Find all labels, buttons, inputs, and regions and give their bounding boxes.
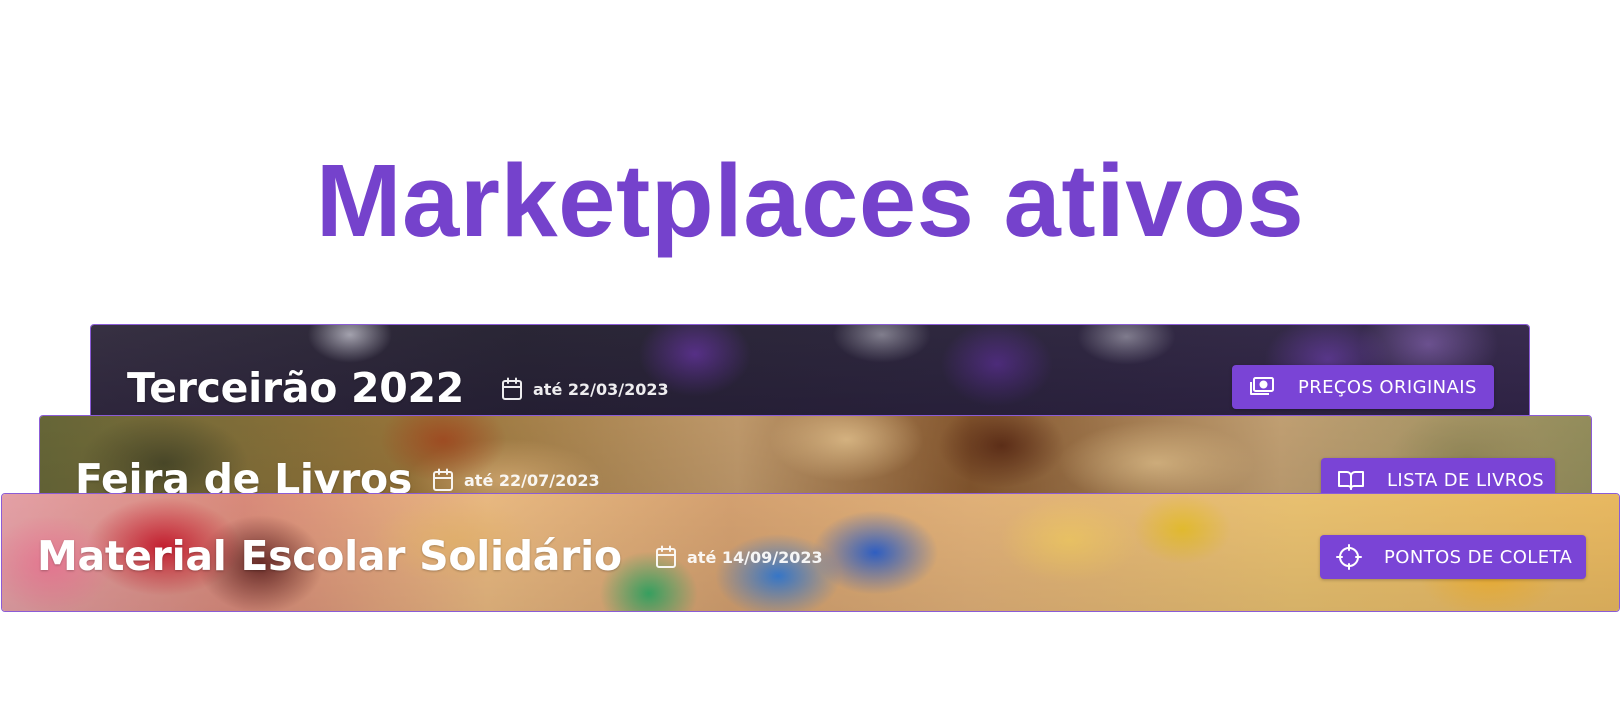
marketplace-deadline: até 22/03/2023	[501, 377, 669, 401]
calendar-icon	[433, 468, 453, 491]
marketplace-card-terceirao[interactable]: Terceirão 2022 até 22/03/2023 PREÇOS ORI…	[90, 324, 1530, 424]
marketplace-deadline: até 14/09/2023	[655, 545, 823, 569]
deadline-text: até 14/09/2023	[687, 547, 823, 567]
money-icon	[1248, 373, 1276, 401]
marketplace-title: Material Escolar Solidário	[37, 532, 622, 580]
button-label: LISTA DE LIVROS	[1387, 469, 1545, 491]
marketplace-title: Terceirão 2022	[127, 364, 464, 412]
calendar-icon	[656, 545, 676, 568]
deadline-text: até 22/07/2023	[464, 470, 600, 490]
deadline-text: até 22/03/2023	[533, 379, 669, 399]
marketplace-deadline: até 22/07/2023	[432, 468, 600, 492]
pontos-de-coleta-button[interactable]: PONTOS DE COLETA	[1320, 535, 1586, 579]
page-title: Marketplaces ativos	[315, 143, 1305, 258]
calendar-icon	[502, 377, 522, 400]
crosshair-icon	[1336, 543, 1362, 571]
button-label: PREÇOS ORIGINAIS	[1298, 376, 1477, 398]
marketplace-card-material-escolar[interactable]: Material Escolar Solidário até 14/09/202…	[1, 493, 1620, 612]
book-open-icon	[1337, 466, 1365, 494]
button-label: PONTOS DE COLETA	[1384, 546, 1573, 568]
precos-originais-button[interactable]: PREÇOS ORIGINAIS	[1232, 365, 1494, 409]
